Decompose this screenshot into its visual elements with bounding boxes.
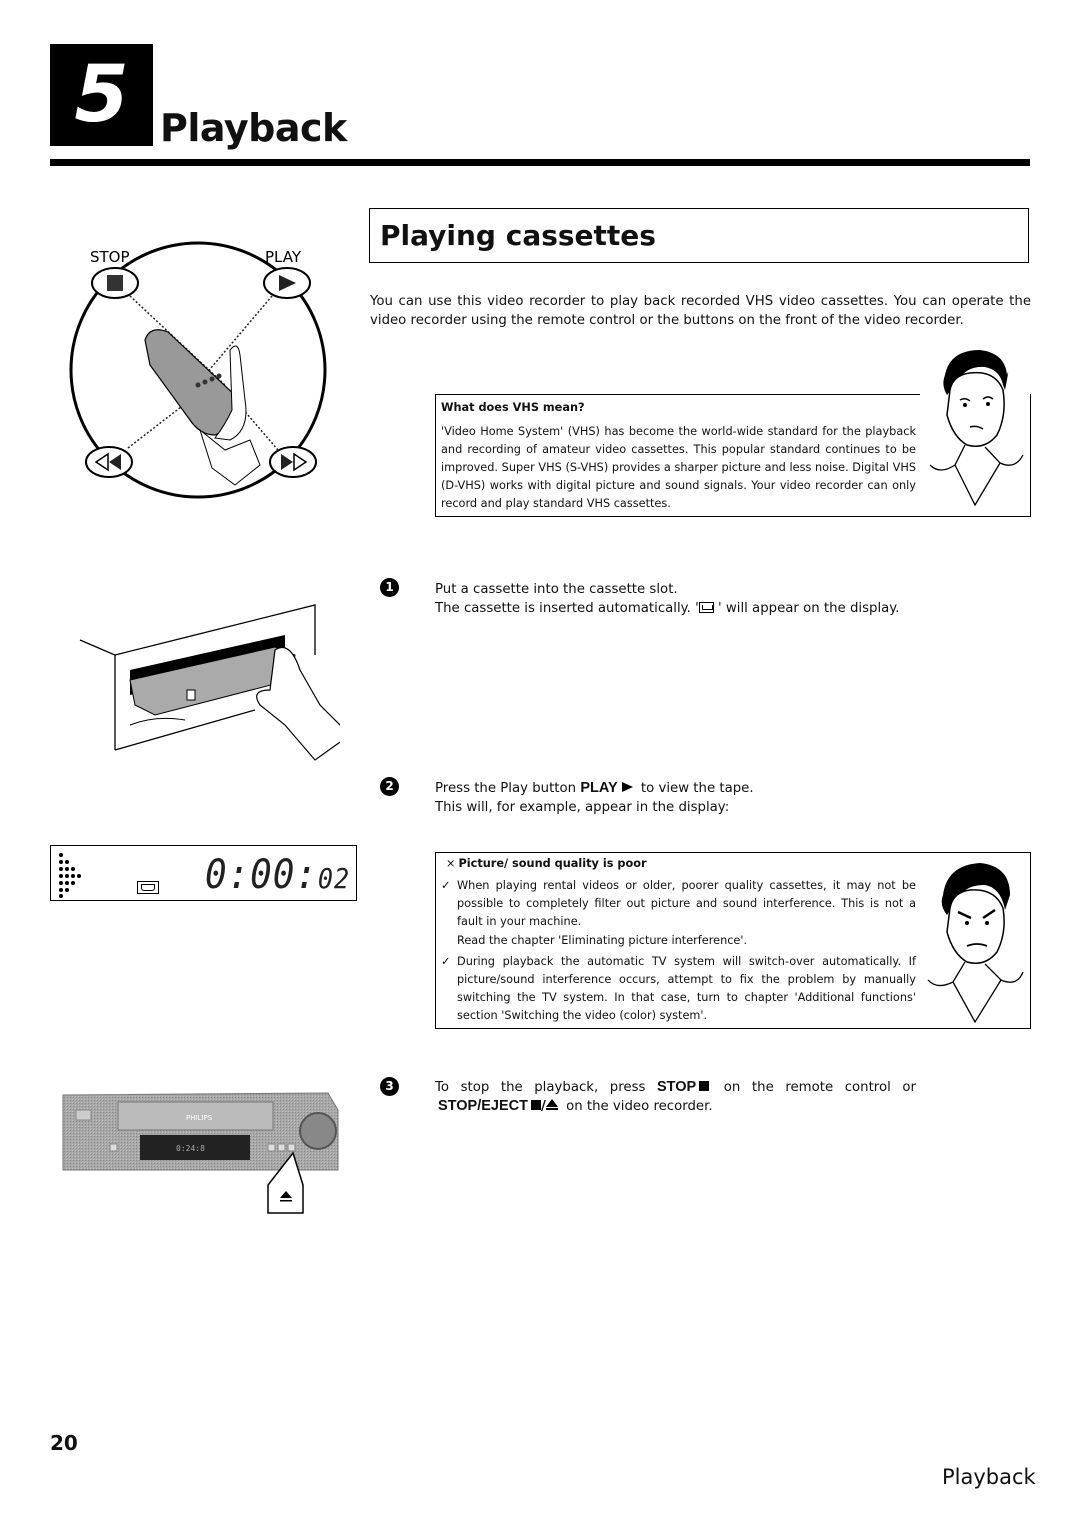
- stop-key-label: STOP: [657, 1079, 697, 1095]
- worried-man-illustration: [929, 350, 1024, 507]
- vcr-front-panel-illustration: PHILIPS 0:24:8: [62, 1092, 339, 1214]
- fast-forward-button-icon: [269, 446, 317, 478]
- info-box-title: What does VHS mean?: [441, 401, 585, 414]
- stop-icon: [530, 1100, 541, 1110]
- remote-control-diagram: STOP PLAY: [69, 241, 327, 499]
- trouble-item: ✓ During playback the automatic TV syste…: [441, 954, 916, 1023]
- page-number: 20: [50, 1431, 78, 1455]
- cassette-icon: [698, 602, 714, 613]
- play-button-icon: [263, 267, 311, 299]
- step-1-line2: The cassette is inserted automatically. …: [435, 601, 900, 616]
- stop-label: STOP: [90, 248, 130, 266]
- remote-in-hand-illustration: [144, 329, 261, 486]
- play-label: PLAY: [265, 248, 302, 266]
- chapter-title: Playback: [160, 106, 347, 150]
- footer-title: Playback: [942, 1465, 1036, 1489]
- trouble-title: × Picture/ sound quality is poor: [446, 857, 647, 870]
- step-3-line1: To stop the playback, press STOP on the …: [435, 1079, 916, 1095]
- info-box-body: 'Video Home System' (VHS) has become the…: [441, 425, 916, 510]
- play-indicator-dots-icon: [59, 853, 81, 898]
- step-2-line2: This will, for example, appear in the di…: [435, 800, 730, 815]
- cassette-icon: [137, 881, 159, 894]
- jog-shuttle: [299, 1112, 337, 1150]
- eject-button: [287, 1143, 296, 1152]
- stop-eject-key-label: STOP/EJECT: [438, 1098, 528, 1114]
- section-intro: You can use this video recorder to play …: [370, 294, 1031, 328]
- check-icon: ✓: [441, 954, 451, 968]
- cross-icon: ×: [446, 857, 456, 870]
- step-3-line2: STOP/EJECT / on the video recorder.: [438, 1098, 713, 1114]
- play-icon: [621, 782, 633, 792]
- step-2-line1: Press the Play button PLAY to view the t…: [435, 780, 754, 796]
- stop-icon: [699, 1081, 710, 1091]
- trouble-item: ✓ When playing rental videos or older, p…: [441, 879, 916, 947]
- annoyed-man-illustration: [927, 863, 1024, 1024]
- chapter-rule: [50, 159, 1030, 166]
- display-time: 0:00:02: [205, 852, 351, 898]
- svg-text:PHILIPS: PHILIPS: [186, 1114, 213, 1122]
- trouble-list: ✓ When playing rental videos or older, p…: [441, 877, 916, 1026]
- stop-button-icon: [91, 267, 139, 299]
- step-1-number: 1: [380, 578, 399, 597]
- check-icon: ✓: [441, 879, 451, 892]
- chapter-number: 5: [74, 50, 129, 140]
- step-2-number: 2: [380, 777, 399, 796]
- cassette-insert-illustration: [79, 604, 340, 761]
- play-key-label: PLAY: [580, 780, 618, 796]
- eject-icon: [545, 1099, 558, 1111]
- svg-text:0:24:8: 0:24:8: [176, 1144, 205, 1153]
- section-title: Playing cassettes: [380, 219, 656, 252]
- rewind-button-icon: [85, 446, 133, 478]
- step-3-number: 3: [380, 1077, 399, 1096]
- step-1-line1: Put a cassette into the cassette slot.: [435, 582, 678, 597]
